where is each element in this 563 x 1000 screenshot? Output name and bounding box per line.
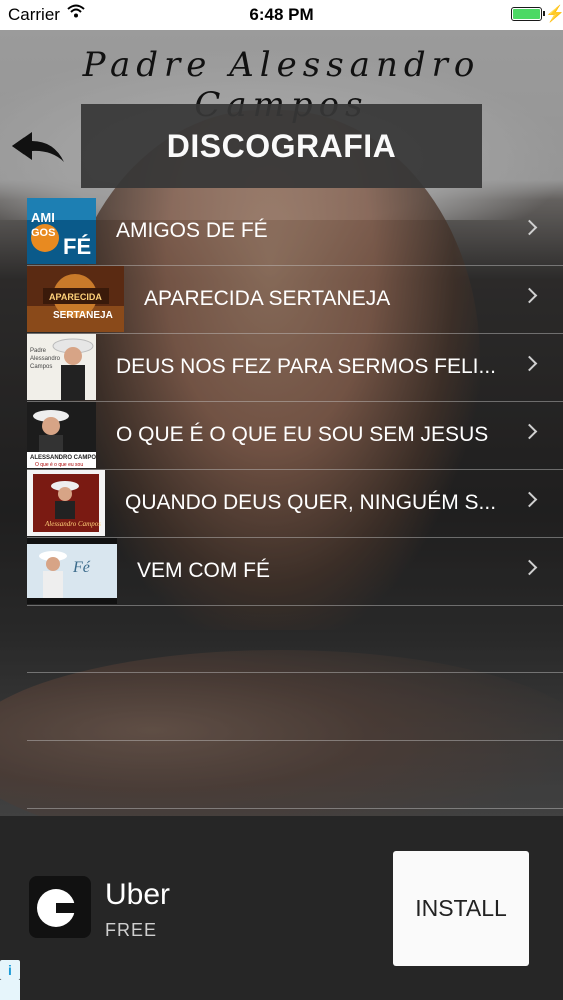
svg-text:AMI: AMI [31, 210, 55, 225]
row-separator [27, 740, 563, 741]
section-header: DISCOGRAFIA [81, 104, 482, 188]
album-title: DEUS NOS FEZ PARA SERMOS FELI... [116, 355, 497, 378]
svg-text:Fé: Fé [72, 559, 91, 576]
clock: 6:48 PM [249, 5, 314, 24]
ad-app-price: FREE [105, 920, 158, 940]
chevron-right-icon [521, 287, 538, 304]
svg-text:GOS: GOS [31, 227, 55, 239]
svg-text:FÉ: FÉ [63, 234, 91, 259]
status-bar: Carrier 6:48 PM ⚡ [0, 0, 563, 30]
album-cover-amigos-de-fe: AMI GOS FÉ [27, 198, 96, 264]
album-title: O QUE É O QUE EU SOU SEM JESUS [116, 423, 489, 446]
svg-text:Campos: Campos [30, 364, 52, 370]
svg-text:Padre: Padre [30, 348, 47, 354]
album-title: APARECIDA SERTANEJA [144, 287, 391, 310]
svg-text:O que é o que eu sou: O que é o que eu sou [35, 462, 83, 468]
album-row[interactable]: Fé VEM COM FÉ [27, 538, 563, 606]
double-arrow-back-icon [12, 132, 64, 162]
svg-text:APARECIDA: APARECIDA [49, 292, 102, 302]
section-title: DISCOGRAFIA [166, 127, 397, 164]
chevron-right-icon [521, 219, 538, 236]
back-button[interactable] [10, 128, 68, 168]
svg-text:Alessandro: Alessandro [30, 356, 61, 362]
ad-info-icon[interactable]: i [0, 960, 20, 980]
ad-app-name[interactable]: Uber [105, 878, 170, 912]
svg-text:ALESSANDRO CAMPOS: ALESSANDRO CAMPOS [30, 455, 96, 461]
ad-choices-icon[interactable] [0, 980, 20, 1000]
chevron-right-icon [521, 423, 538, 440]
album-cover-quando-deus-quer: Alessandro Campos [27, 470, 105, 536]
album-row[interactable]: AMI GOS FÉ AMIGOS DE FÉ [27, 198, 563, 266]
chevron-right-icon [521, 491, 538, 508]
album-row[interactable]: APARECIDA SERTANEJA APARECIDA SERTANEJA [27, 266, 563, 334]
album-title: QUANDO DEUS QUER, NINGUÉM S... [125, 491, 497, 514]
album-row[interactable]: ALESSANDRO CAMPOS O que é o que eu sou O… [27, 402, 563, 470]
install-button-label: INSTALL [415, 895, 507, 921]
album-cover-o-que-e: ALESSANDRO CAMPOS O que é o que eu sou [27, 402, 96, 468]
album-cover-aparecida-sertaneja: APARECIDA SERTANEJA [27, 266, 124, 332]
battery-icon [511, 7, 545, 21]
album-title: AMIGOS DE FÉ [116, 219, 268, 242]
charging-bolt-icon: ⚡ [545, 6, 563, 23]
row-separator [27, 672, 563, 673]
row-separator [27, 808, 563, 809]
row-separator [27, 605, 563, 606]
album-title: VEM COM FÉ [137, 559, 271, 582]
album-row[interactable]: Padre Alessandro Campos DEUS NOS FEZ PAR… [27, 334, 563, 402]
album-row[interactable]: Alessandro Campos QUANDO DEUS QUER, NING… [27, 470, 563, 538]
chevron-right-icon [521, 559, 538, 576]
album-cover-vem-com-fe: Fé [27, 538, 117, 604]
install-button[interactable]: INSTALL [393, 851, 529, 966]
album-cover-deus-nos-fez: Padre Alessandro Campos [27, 334, 96, 400]
svg-text:SERTANEJA: SERTANEJA [53, 310, 113, 321]
chevron-right-icon [521, 355, 538, 372]
uber-app-icon[interactable] [29, 876, 91, 938]
svg-text:Alessandro Campos: Alessandro Campos [44, 520, 101, 528]
